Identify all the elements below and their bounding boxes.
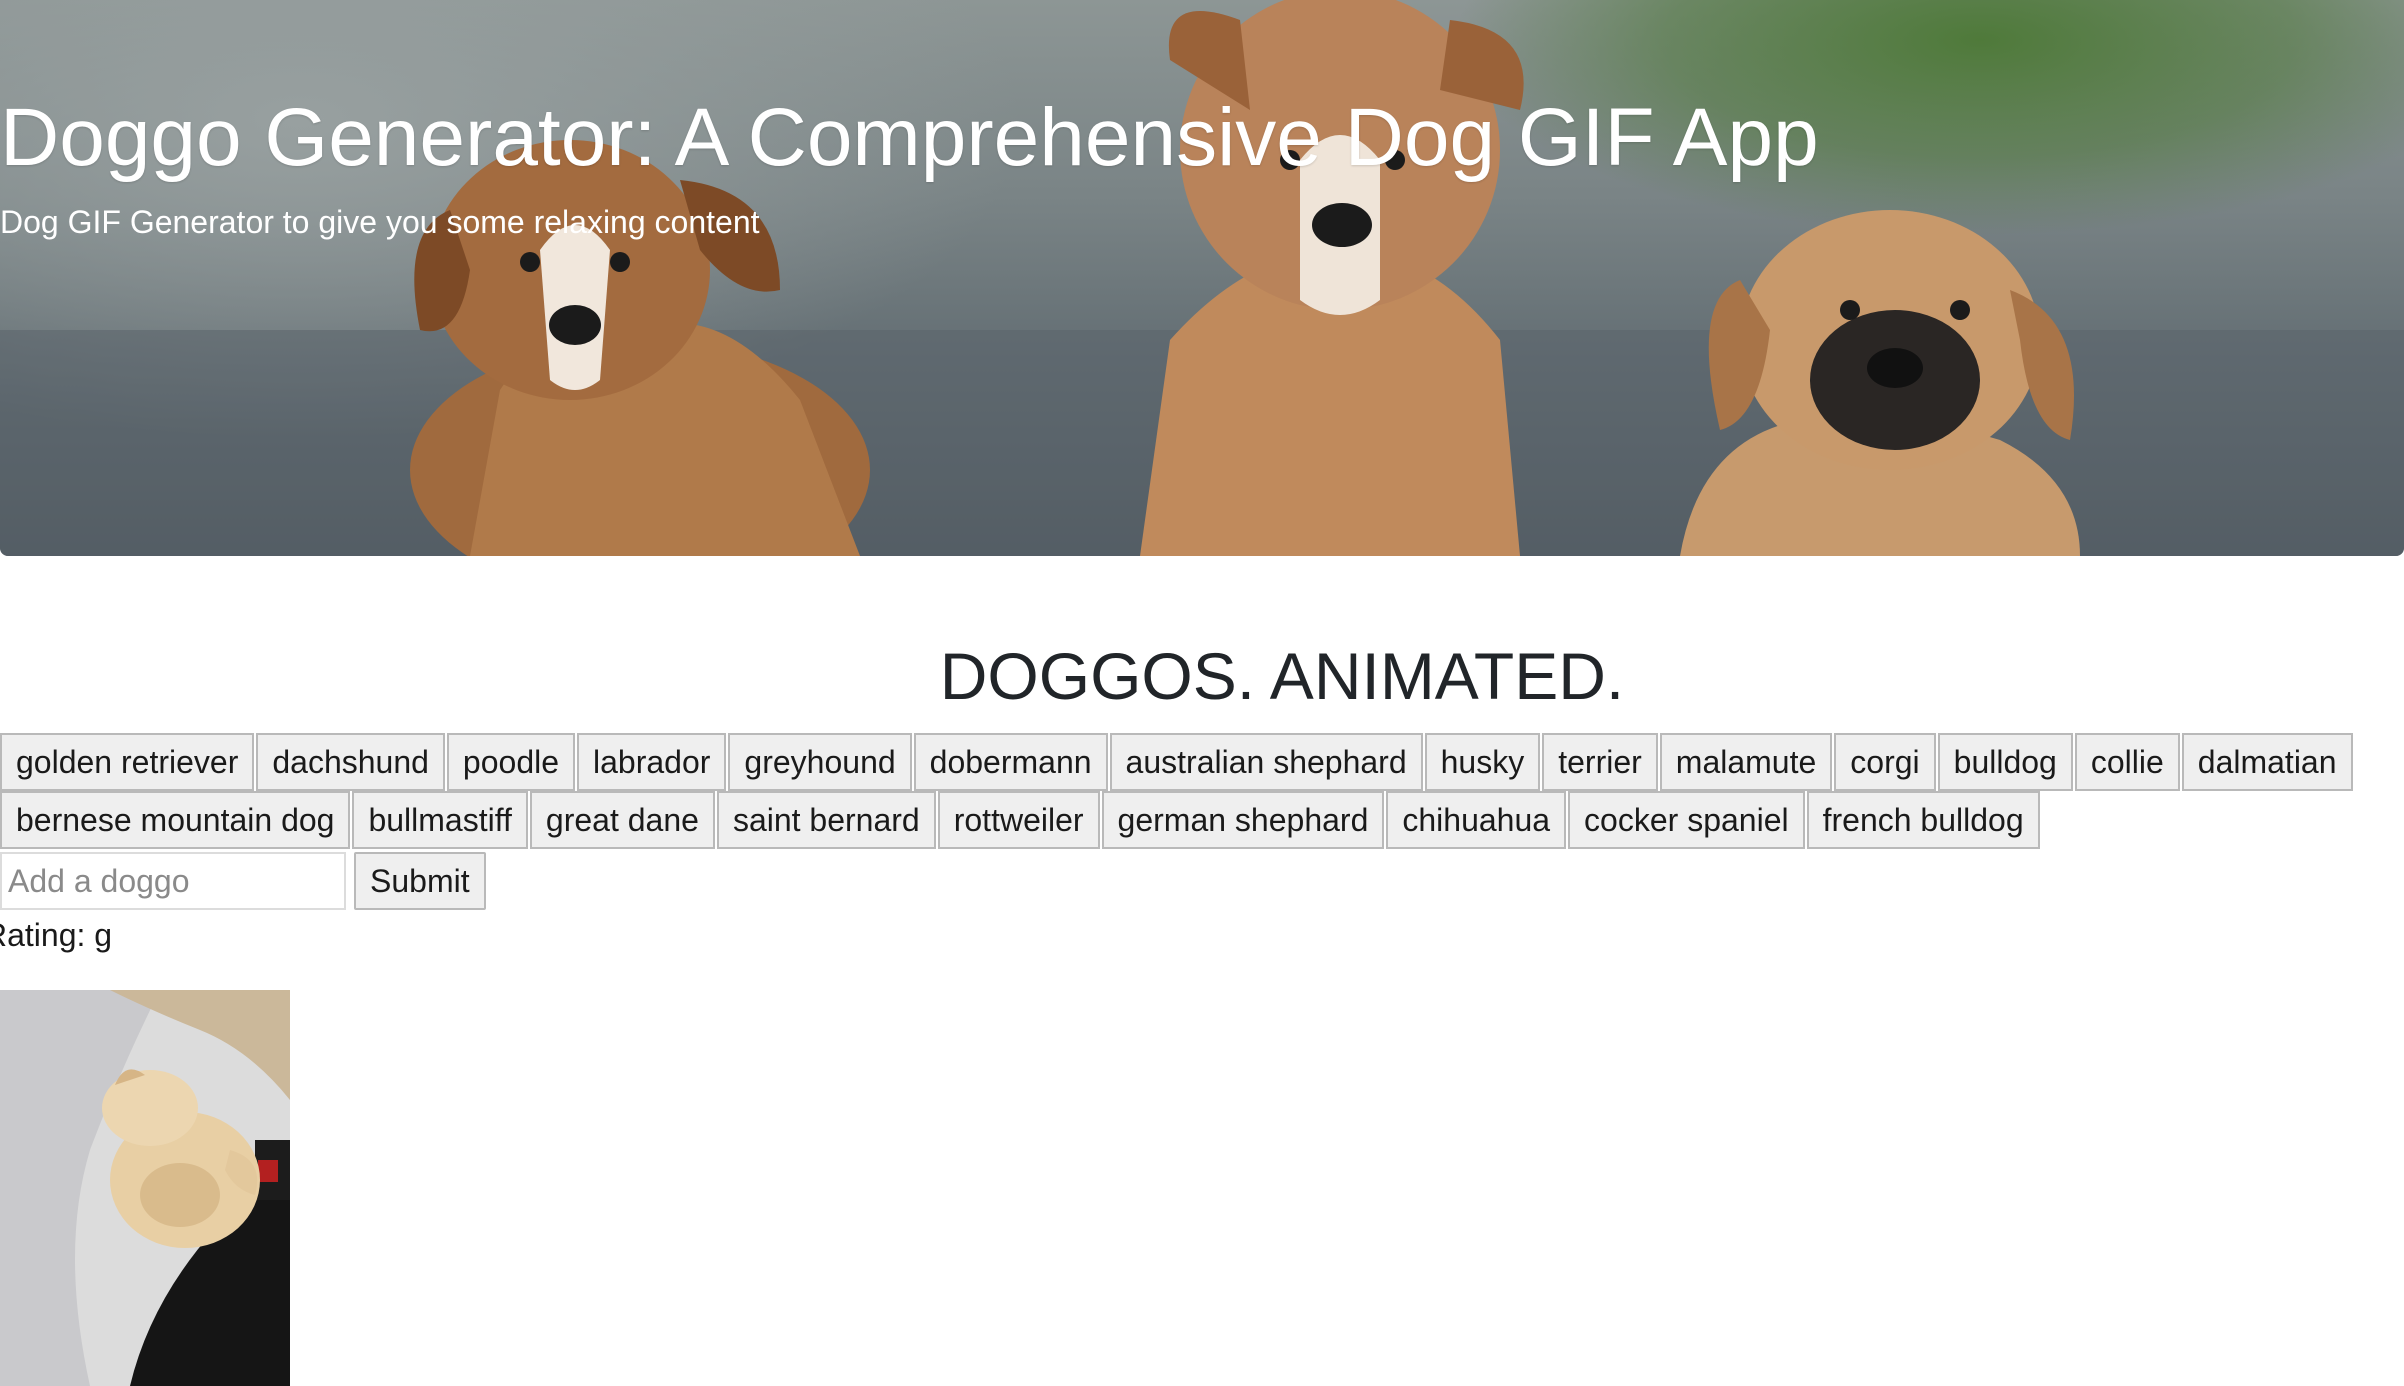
- breed-button-cocker-spaniel[interactable]: cocker spaniel: [1568, 791, 1805, 849]
- breed-button-australian-shephard[interactable]: australian shephard: [1109, 733, 1423, 791]
- add-doggo-form: Submit: [0, 852, 486, 910]
- breed-button-collie[interactable]: collie: [2074, 733, 2180, 791]
- breed-button-bullmastiff[interactable]: bullmastiff: [352, 791, 528, 849]
- breed-buttons: golden retriever dachshund poodle labrad…: [0, 733, 2404, 849]
- breed-button-great-dane[interactable]: great dane: [529, 791, 715, 849]
- breed-button-french-bulldog[interactable]: french bulldog: [1806, 791, 2040, 849]
- breed-button-golden-retriever[interactable]: golden retriever: [0, 733, 255, 791]
- breed-button-chihuahua[interactable]: chihuahua: [1386, 791, 1567, 849]
- breed-button-bulldog[interactable]: bulldog: [1937, 733, 2073, 791]
- submit-button[interactable]: Submit: [354, 852, 486, 910]
- hero-puppies-image: [0, 0, 2404, 556]
- breed-button-dalmatian[interactable]: dalmatian: [2181, 733, 2353, 791]
- add-doggo-input[interactable]: [0, 852, 346, 910]
- dog-gif[interactable]: [0, 990, 290, 1386]
- breed-buttons-row: golden retriever dachshund poodle labrad…: [0, 733, 2404, 791]
- breed-button-corgi[interactable]: corgi: [1834, 733, 1936, 791]
- breed-button-dobermann[interactable]: dobermann: [913, 733, 1108, 791]
- breed-button-bernese-mountain-dog[interactable]: bernese mountain dog: [0, 791, 351, 849]
- breed-button-rottweiler[interactable]: rottweiler: [937, 791, 1100, 849]
- breed-button-husky[interactable]: husky: [1424, 733, 1541, 791]
- gif-rating: Rating: g: [0, 917, 113, 953]
- breed-button-labrador[interactable]: labrador: [577, 733, 727, 791]
- breed-button-malamute[interactable]: malamute: [1659, 733, 1833, 791]
- hero-banner: Doggo Generator: A Comprehensive Dog GIF…: [0, 0, 2404, 556]
- sleeping-puppy-image: [0, 990, 290, 1386]
- page-title: Doggo Generator: A Comprehensive Dog GIF…: [0, 92, 1819, 183]
- breed-button-saint-bernard[interactable]: saint bernard: [716, 791, 936, 849]
- breed-button-poodle[interactable]: poodle: [446, 733, 576, 791]
- breed-button-dachshund[interactable]: dachshund: [256, 733, 445, 791]
- section-heading: DOGGOS. ANIMATED.: [939, 639, 1625, 713]
- page-subtitle: Dog GIF Generator to give you some relax…: [0, 204, 760, 240]
- breed-button-greyhound[interactable]: greyhound: [728, 733, 912, 791]
- breed-button-german-shephard[interactable]: german shephard: [1101, 791, 1385, 849]
- breed-button-terrier[interactable]: terrier: [1542, 733, 1658, 791]
- breed-buttons-row: bernese mountain dog bullmastiff great d…: [0, 791, 2404, 849]
